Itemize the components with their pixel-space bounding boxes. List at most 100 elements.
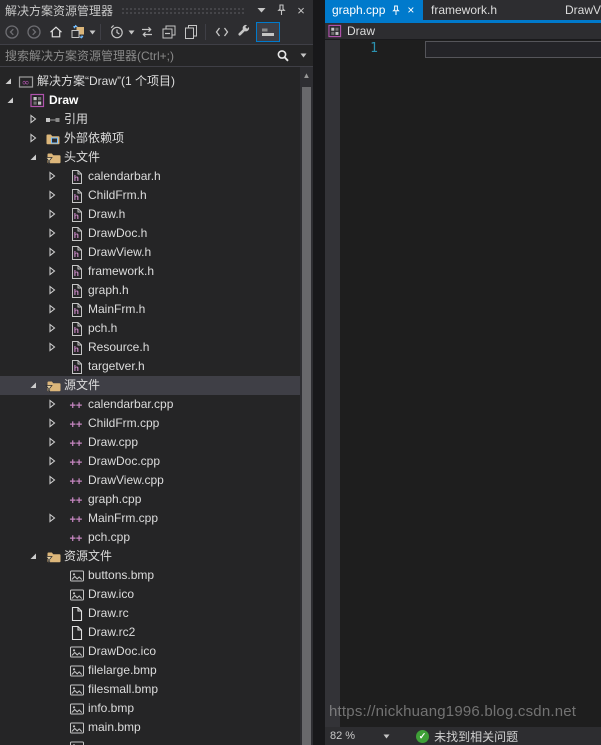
tree-row[interactable]: filelarge.bmp: [0, 661, 300, 680]
tree-row[interactable]: 头文件: [0, 148, 300, 167]
tree-row[interactable]: ++ calendarbar.cpp: [0, 395, 300, 414]
chevron-expanded-icon[interactable]: [3, 76, 13, 86]
tree-row[interactable]: h Resource.h: [0, 338, 300, 357]
tree-row[interactable]: main.bmp: [0, 718, 300, 737]
zoom-caret-icon[interactable]: [383, 734, 390, 739]
properties-icon[interactable]: [234, 22, 254, 42]
close-icon[interactable]: ×: [293, 2, 309, 18]
tree-row[interactable]: 源文件: [0, 376, 300, 395]
tree-item-label: Draw: [49, 93, 79, 107]
chevron-expanded-icon[interactable]: [28, 152, 38, 162]
check-circle-icon[interactable]: ✓: [416, 729, 430, 743]
search-input[interactable]: [0, 47, 275, 64]
panel-splitter[interactable]: [313, 0, 325, 745]
tree-row[interactable]: h pch.h: [0, 319, 300, 338]
chevron-collapsed-icon[interactable]: [47, 418, 57, 428]
chevron-collapsed-icon[interactable]: [47, 399, 57, 409]
tree-row[interactable]: h ChildFrm.h: [0, 186, 300, 205]
tree-item-label: 外部依赖项: [64, 131, 125, 145]
editor-navigation-bar[interactable]: Draw: [325, 23, 601, 40]
tree-row[interactable]: 资源文件: [0, 547, 300, 566]
tab-drawview[interactable]: DrawV: [555, 0, 601, 20]
tree-row[interactable]: 引用: [0, 110, 300, 129]
tab-framework-h[interactable]: framework.h: [423, 0, 555, 20]
code-editor[interactable]: 1 https://nickhuang1996.blog.csdn.net 82…: [325, 40, 601, 745]
watermark: https://nickhuang1996.blog.csdn.net: [329, 703, 577, 720]
chevron-collapsed-icon[interactable]: [47, 247, 57, 257]
editor-line[interactable]: 1: [340, 40, 601, 59]
tree-row[interactable]: buttons.bmp: [0, 566, 300, 585]
tree-row[interactable]: ++ pch.cpp: [0, 528, 300, 547]
close-icon[interactable]: ×: [407, 3, 414, 17]
tree-row[interactable]: h Draw.h: [0, 205, 300, 224]
forward-icon[interactable]: [24, 22, 44, 42]
chevron-collapsed-icon[interactable]: [47, 266, 57, 276]
tree-row[interactable]: ++ ChildFrm.cpp: [0, 414, 300, 433]
tree-row[interactable]: h MainFrm.h: [0, 300, 300, 319]
chevron-collapsed-icon[interactable]: [47, 209, 57, 219]
sync-with-active-document-icon[interactable]: [137, 22, 157, 42]
tree-item-label: 引用: [64, 112, 89, 126]
scroll-up-icon[interactable]: ▲: [300, 67, 313, 83]
chevron-collapsed-icon[interactable]: [28, 133, 38, 143]
tree-row[interactable]: info.bmp: [0, 699, 300, 718]
show-all-files-icon[interactable]: [181, 22, 201, 42]
panel-titlebar[interactable]: 解决方案资源管理器 ×: [0, 0, 313, 20]
chevron-collapsed-icon[interactable]: [28, 114, 38, 124]
home-icon[interactable]: [46, 22, 66, 42]
window-position-caret-icon[interactable]: [253, 2, 269, 18]
chevron-collapsed-icon[interactable]: [47, 228, 57, 238]
switch-views-icon[interactable]: [68, 22, 88, 42]
view-code-icon[interactable]: [212, 22, 232, 42]
tree-row[interactable]: [0, 737, 300, 745]
pin-icon[interactable]: [391, 4, 401, 16]
tab-graph-cpp[interactable]: graph.cpp ×: [325, 0, 423, 20]
tree-row[interactable]: Draw.ico: [0, 585, 300, 604]
tree-row[interactable]: h DrawView.h: [0, 243, 300, 262]
dropdown-caret-icon[interactable]: [128, 30, 135, 35]
tree-row[interactable]: 外部依赖项: [0, 129, 300, 148]
chevron-collapsed-icon[interactable]: [47, 456, 57, 466]
chevron-expanded-icon[interactable]: [28, 551, 38, 561]
tree-row[interactable]: ∞ 解决方案“Draw”(1 个项目): [0, 72, 300, 91]
tree-item-label: calendarbar.h: [88, 169, 161, 183]
collapse-all-icon[interactable]: [159, 22, 179, 42]
chevron-collapsed-icon[interactable]: [47, 285, 57, 295]
tree-row[interactable]: h framework.h: [0, 262, 300, 281]
tree-row[interactable]: DrawDoc.ico: [0, 642, 300, 661]
tree-scrollbar[interactable]: ▲: [300, 67, 313, 745]
tree-row[interactable]: h graph.h: [0, 281, 300, 300]
pending-changes-icon[interactable]: [107, 22, 127, 42]
chevron-collapsed-icon[interactable]: [47, 437, 57, 447]
dropdown-caret-icon[interactable]: [89, 30, 96, 35]
chevron-collapsed-icon[interactable]: [47, 513, 57, 523]
chevron-expanded-icon[interactable]: [28, 380, 38, 390]
search-icon[interactable]: [275, 48, 291, 64]
tree-row[interactable]: Draw: [0, 91, 300, 110]
chevron-collapsed-icon[interactable]: [47, 190, 57, 200]
tree-row[interactable]: h DrawDoc.h: [0, 224, 300, 243]
chevron-collapsed-icon[interactable]: [47, 342, 57, 352]
tree-row[interactable]: ++ graph.cpp: [0, 490, 300, 509]
back-icon[interactable]: [2, 22, 22, 42]
pin-icon[interactable]: [273, 2, 289, 18]
chevron-collapsed-icon[interactable]: [47, 171, 57, 181]
tree-row[interactable]: Draw.rc2: [0, 623, 300, 642]
tree-row[interactable]: Draw.rc: [0, 604, 300, 623]
tree-row[interactable]: h targetver.h: [0, 357, 300, 376]
scrollbar-thumb[interactable]: [302, 87, 311, 745]
search-options-caret-icon[interactable]: [295, 48, 311, 64]
preview-selected-items-icon[interactable]: [256, 22, 280, 42]
chevron-collapsed-icon[interactable]: [47, 475, 57, 485]
tree-row[interactable]: ++ DrawView.cpp: [0, 471, 300, 490]
chevron-expanded-icon[interactable]: [5, 95, 15, 105]
tree-row[interactable]: ++ MainFrm.cpp: [0, 509, 300, 528]
chevron-collapsed-icon[interactable]: [47, 304, 57, 314]
tree-row[interactable]: ++ DrawDoc.cpp: [0, 452, 300, 471]
tree-row[interactable]: ++ Draw.cpp: [0, 433, 300, 452]
chevron-collapsed-icon[interactable]: [47, 323, 57, 333]
search-box[interactable]: [0, 45, 313, 67]
tree-row[interactable]: h calendarbar.h: [0, 167, 300, 186]
zoom-level[interactable]: 82 %: [330, 730, 355, 742]
tree-row[interactable]: filesmall.bmp: [0, 680, 300, 699]
